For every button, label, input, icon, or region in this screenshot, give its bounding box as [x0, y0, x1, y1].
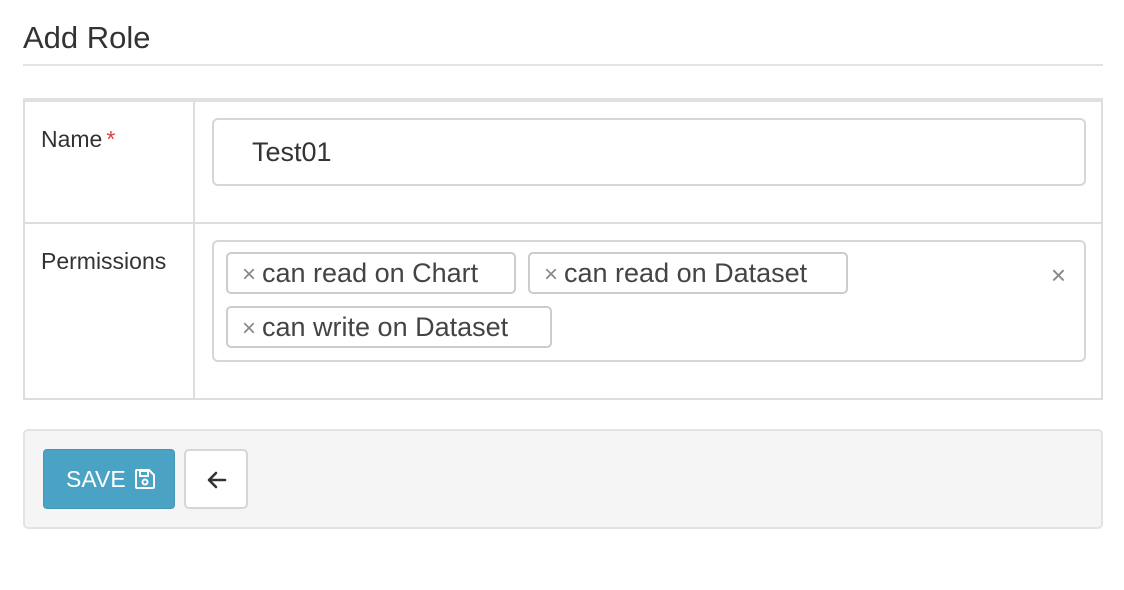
name-label: Name * — [41, 126, 115, 153]
required-marker: * — [106, 126, 116, 152]
remove-tag-icon[interactable]: × — [544, 261, 558, 288]
name-row: Name * — [25, 102, 1101, 224]
permissions-row: Permissions × can read on Chart × can read… — [25, 224, 1101, 398]
arrow-left-icon — [207, 471, 227, 489]
remove-tag-icon[interactable]: × — [242, 261, 256, 288]
page-title: Add Role — [23, 20, 151, 55]
title-divider — [23, 64, 1103, 66]
permission-tag: × can read on Chart — [226, 252, 516, 294]
name-label-text: Name — [41, 126, 103, 152]
save-button-label: SAVE — [66, 466, 126, 492]
role-form: Name* Permissions ×can read on Chart ×ca… — [23, 98, 1103, 400]
permissions-multiselect[interactable]: × can read on Chart × can read on Dataset … — [212, 240, 1086, 362]
permission-tag-label: can read on Dataset — [564, 258, 808, 288]
permission-tag: × can read on Dataset — [528, 252, 848, 294]
permissions-label-cell: Permissions — [25, 224, 195, 398]
floppy-disk-icon — [135, 469, 155, 489]
back-button[interactable] — [184, 449, 248, 509]
remove-tag-icon[interactable]: × — [242, 315, 256, 342]
permission-tag: × can write on Dataset — [226, 306, 552, 348]
permission-tag-label: can write on Dataset — [262, 312, 509, 342]
form-actions-bar: SAVE — [23, 429, 1103, 529]
name-input[interactable] — [212, 118, 1086, 186]
name-label-cell: Name * — [25, 102, 195, 222]
permission-tag-label: can read on Chart — [262, 258, 479, 288]
clear-all-icon[interactable]: × — [1051, 262, 1066, 288]
permissions-label: Permissions — [41, 248, 167, 274]
save-button[interactable]: SAVE — [43, 449, 175, 509]
add-role-page: Add Role Name* Permissions ×can read on … — [0, 0, 1124, 590]
